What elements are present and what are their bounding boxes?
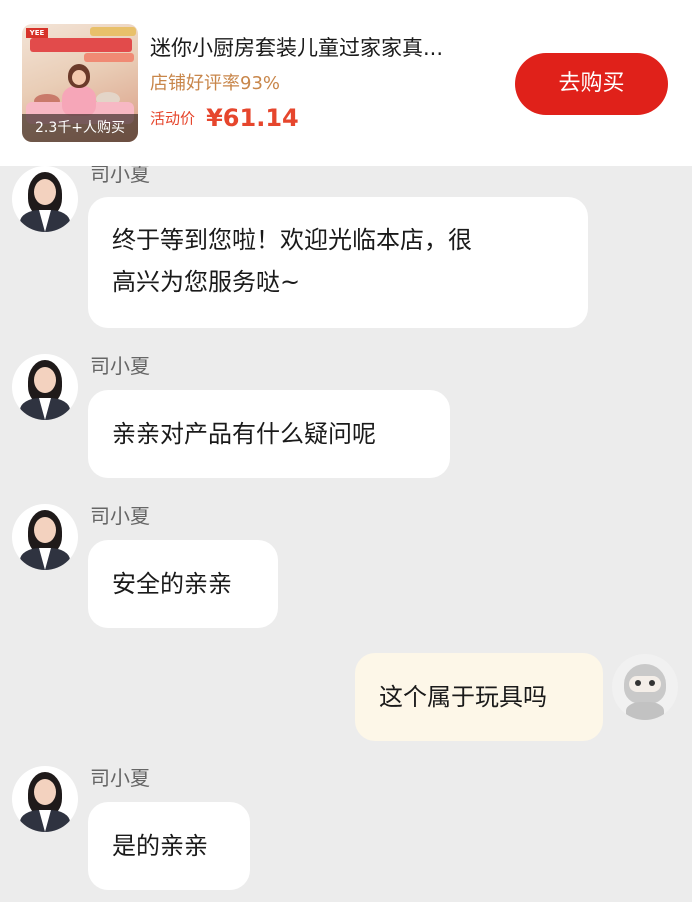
thumbnail-banner — [30, 38, 132, 52]
agent-avatar[interactable] — [12, 766, 78, 832]
product-thumbnail[interactable]: YEE 2.3千+人购买 — [22, 24, 138, 142]
price-row: 活动价 ¥61.14 — [150, 104, 299, 132]
user-avatar[interactable] — [612, 654, 678, 720]
message-bubble[interactable]: 亲亲对产品有什么疑问呢 — [88, 390, 450, 478]
agent-avatar[interactable] — [12, 504, 78, 570]
product-title[interactable]: 迷你小厨房套装儿童过家家真... — [150, 32, 500, 62]
sender-name: 司小夏 — [90, 766, 150, 790]
price-label: 活动价 — [150, 109, 196, 128]
message-bubble[interactable]: 终于等到您啦！欢迎光临本店，很 高兴为您服务哒~ — [88, 197, 588, 328]
store-rating: 店铺好评率93% — [150, 73, 281, 94]
message-text: 这个属于玩具吗 — [379, 683, 547, 711]
official-badge — [90, 27, 136, 36]
brand-logo: YEE — [26, 28, 48, 38]
thumbnail-subbanner — [84, 53, 134, 62]
child-illustration — [62, 86, 96, 116]
price-value: ¥61.14 — [206, 104, 299, 132]
buy-button[interactable]: 去购买 — [515, 53, 668, 115]
message-text: 是的亲亲 — [112, 832, 208, 860]
message-line: 终于等到您啦！欢迎光临本店，很 — [112, 226, 472, 254]
message-line: 高兴为您服务哒~ — [112, 268, 301, 296]
sender-name: 司小夏 — [90, 166, 150, 186]
chat-area[interactable]: 司小夏 终于等到您啦！欢迎光临本店，很 高兴为您服务哒~ 司小夏 亲亲对产品有什… — [0, 166, 692, 902]
message-text: 亲亲对产品有什么疑问呢 — [112, 420, 376, 448]
sender-name: 司小夏 — [90, 504, 150, 528]
message-bubble[interactable]: 安全的亲亲 — [88, 540, 278, 628]
message-bubble[interactable]: 是的亲亲 — [88, 802, 250, 890]
message-text: 安全的亲亲 — [112, 570, 232, 598]
user-message-bubble[interactable]: 这个属于玩具吗 — [355, 653, 603, 741]
agent-avatar[interactable] — [12, 166, 78, 232]
product-card[interactable]: YEE 2.3千+人购买 迷你小厨房套装儿童过家家真... 店铺好评率93% 活… — [0, 0, 692, 166]
buyers-count: 2.3千+人购买 — [22, 114, 138, 142]
child-face — [72, 70, 86, 85]
sender-name: 司小夏 — [90, 354, 150, 378]
agent-avatar[interactable] — [12, 354, 78, 420]
